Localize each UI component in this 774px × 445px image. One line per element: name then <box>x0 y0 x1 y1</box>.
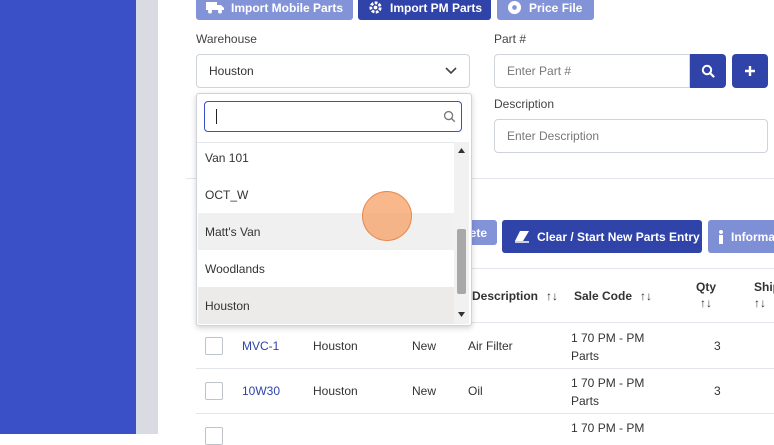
sidebar-gutter <box>136 0 158 434</box>
column-header-ship-label: Ship <box>754 280 774 294</box>
dropdown-option-oct-w[interactable]: OCT_W <box>198 176 454 213</box>
dropdown-option-matts-van[interactable]: Matt's Van <box>198 213 454 250</box>
warehouse-label: Warehouse <box>196 32 257 46</box>
column-header-ship[interactable]: Ship ↑↓ <box>754 280 774 310</box>
chevron-down-icon <box>445 67 457 75</box>
row-condition: New <box>412 384 437 398</box>
import-mobile-parts-label: Import Mobile Parts <box>231 0 344 15</box>
row-description: Air Filter <box>468 339 513 353</box>
column-header-description[interactable]: Description ↑↓ <box>472 289 558 303</box>
warehouse-dropdown: Van 101 OCT_W Matt's Van Woodlands Houst… <box>196 93 472 326</box>
eraser-icon <box>515 231 529 243</box>
row-checkbox[interactable] <box>205 427 223 445</box>
price-file-button[interactable]: Price File <box>497 0 594 20</box>
add-part-button[interactable] <box>732 54 768 88</box>
row-warehouse: Houston <box>313 384 358 398</box>
row-divider <box>196 368 774 369</box>
row-condition: New <box>412 339 437 353</box>
clear-start-new-entry-label: Clear / Start New Parts Entry <box>537 229 700 244</box>
column-header-qty-label: Qty <box>696 280 717 294</box>
row-description: Oil <box>468 384 483 398</box>
import-mobile-parts-button[interactable]: Import Mobile Parts <box>196 0 353 20</box>
warehouse-value: Houston <box>209 64 254 78</box>
part-number-placeholder: Enter Part # <box>507 64 572 78</box>
gear-icon <box>369 1 382 14</box>
disc-icon <box>507 0 522 15</box>
plus-icon <box>745 66 755 76</box>
dropdown-option-houston[interactable]: Houston <box>198 287 454 324</box>
import-pm-parts-label: Import PM Parts <box>390 0 483 15</box>
part-link[interactable]: MVC-1 <box>242 339 279 353</box>
row-checkbox[interactable] <box>205 337 223 355</box>
information-label: Informa <box>731 229 774 244</box>
sort-icon: ↑↓ <box>700 296 712 310</box>
row-warehouse: Houston <box>313 339 358 353</box>
sidebar-background <box>0 0 136 434</box>
row-divider <box>196 413 774 414</box>
column-header-description-label: Description <box>472 289 539 303</box>
column-header-sale-code[interactable]: Sale Code ↑↓ <box>574 289 652 303</box>
sort-icon: ↑↓ <box>640 289 653 303</box>
description-placeholder: Enter Description <box>507 129 600 143</box>
search-icon <box>701 64 715 78</box>
info-icon <box>719 229 723 244</box>
dropdown-option-woodlands[interactable]: Woodlands <box>198 250 454 287</box>
row-qty: 3 <box>714 384 721 398</box>
scroll-down-arrow-icon <box>458 312 465 317</box>
row-sale-code: 1 70 PM - PM Parts <box>571 376 645 408</box>
clear-start-new-entry-button[interactable]: Clear / Start New Parts Entry <box>502 220 702 253</box>
row-checkbox[interactable] <box>205 382 223 400</box>
dropdown-scrollbar[interactable] <box>454 142 469 324</box>
row-qty: 3 <box>714 339 721 353</box>
warehouse-select[interactable]: Houston <box>196 54 470 88</box>
import-pm-parts-button[interactable]: Import PM Parts <box>358 0 491 20</box>
column-header-sale-code-label: Sale Code <box>574 289 633 303</box>
part-number-label: Part # <box>494 32 527 46</box>
truck-icon <box>206 2 224 14</box>
search-part-button[interactable] <box>690 54 726 88</box>
price-file-label: Price File <box>529 0 583 15</box>
description-input[interactable]: Enter Description <box>494 119 768 153</box>
part-link[interactable]: 10W30 <box>242 384 280 398</box>
search-icon <box>443 110 456 123</box>
text-caret <box>216 109 217 124</box>
information-button[interactable]: Informa <box>708 220 774 253</box>
click-indicator <box>362 191 412 241</box>
sort-icon: ↑↓ <box>546 289 559 303</box>
description-label: Description <box>494 97 555 111</box>
delete-label: ete <box>469 225 487 240</box>
part-number-input[interactable]: Enter Part # <box>494 54 690 88</box>
dropdown-option-van-101[interactable]: Van 101 <box>198 139 454 176</box>
row-sale-code: 1 70 PM - PM <box>571 421 645 435</box>
dropdown-search-input[interactable] <box>204 101 462 132</box>
column-header-qty[interactable]: Qty ↑↓ <box>696 280 716 310</box>
scroll-up-arrow-icon <box>458 148 465 153</box>
scrollbar-thumb[interactable] <box>457 229 466 294</box>
sort-icon: ↑↓ <box>754 296 766 310</box>
row-sale-code: 1 70 PM - PM Parts <box>571 331 645 363</box>
